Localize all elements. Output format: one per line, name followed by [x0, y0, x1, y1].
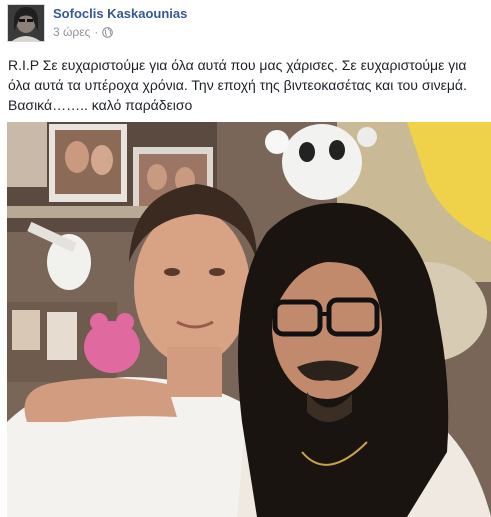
author-name-link[interactable]: Sofoclis Kaskaounias: [53, 5, 187, 22]
post-subline: 3 ώρες ·: [53, 25, 187, 39]
facebook-post: Sofoclis Kaskaounias 3 ώρες · R.I.P Σε ε…: [0, 0, 491, 517]
meta-separator: ·: [94, 25, 99, 39]
globe-icon[interactable]: [102, 26, 114, 38]
post-photo[interactable]: [7, 122, 491, 517]
author-avatar[interactable]: [7, 4, 45, 42]
post-text: R.I.P Σε ευχαριστούμε για όλα αυτά που μ…: [8, 57, 471, 113]
post-meta: Sofoclis Kaskaounias 3 ώρες ·: [53, 5, 187, 39]
post-header: Sofoclis Kaskaounias 3 ώρες ·: [7, 4, 187, 44]
post-timestamp[interactable]: 3 ώρες: [53, 25, 90, 39]
